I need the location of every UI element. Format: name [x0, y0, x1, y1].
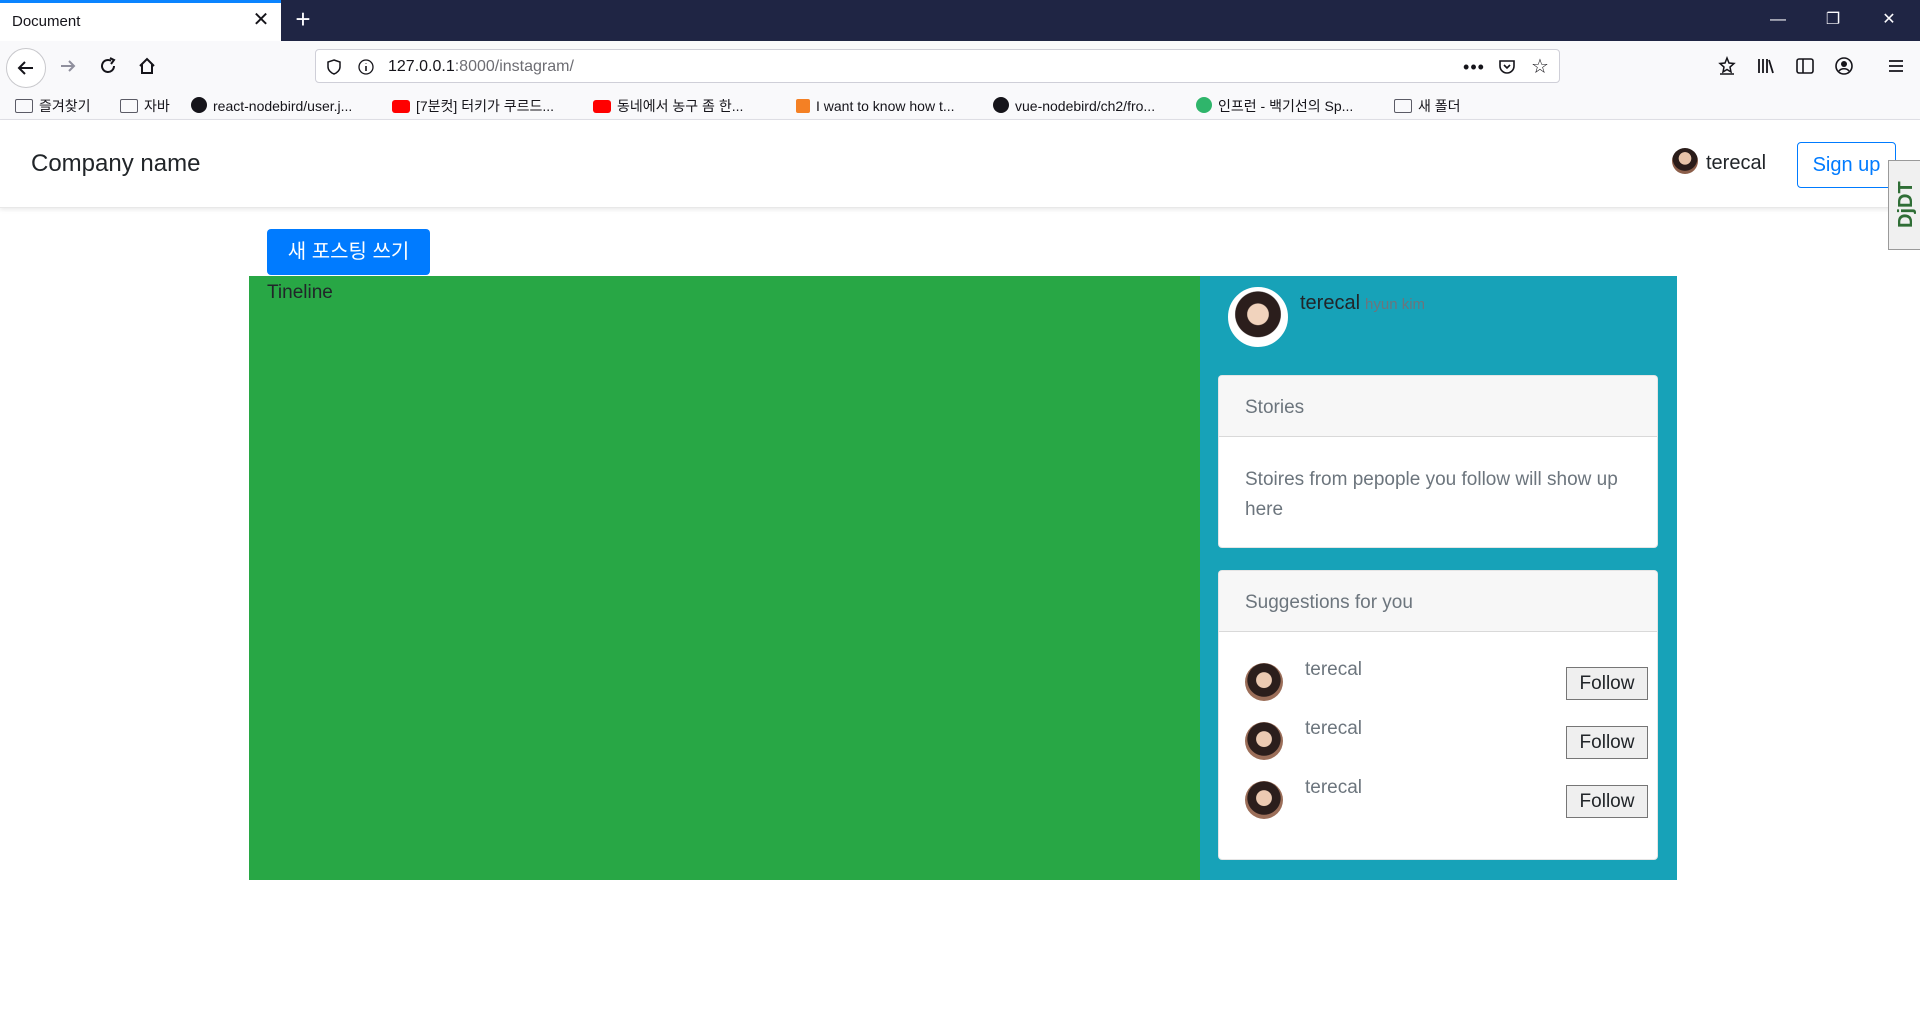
- suggestion-username[interactable]: terecal: [1305, 718, 1362, 740]
- bookmark-item[interactable]: 새 폴더: [1394, 95, 1461, 117]
- github-icon: [191, 97, 207, 113]
- youtube-icon: [593, 100, 611, 113]
- suggestion-row: terecal Follow: [1245, 777, 1648, 821]
- url-host: 127.0.0.1: [388, 58, 455, 75]
- youtube-icon: [392, 100, 410, 113]
- bookmark-label: 동네에서 농구 좀 한...: [617, 98, 744, 114]
- back-arrow-icon[interactable]: [6, 48, 46, 88]
- stories-header: Stories: [1219, 376, 1657, 437]
- suggestions-card: Suggestions for you terecal Follow terec…: [1218, 570, 1658, 860]
- bookmark-item[interactable]: 자바: [120, 95, 170, 117]
- restore-button[interactable]: ❐: [1820, 8, 1846, 32]
- more-actions-icon[interactable]: •••: [1462, 55, 1486, 79]
- profile-name-block: terecal hyun kim: [1300, 292, 1425, 315]
- bookmark-star-icon[interactable]: ☆: [1528, 55, 1552, 79]
- reading-list-icon[interactable]: [1711, 50, 1743, 82]
- avatar: [1672, 148, 1698, 174]
- suggestion-username[interactable]: terecal: [1305, 777, 1362, 799]
- brand-name[interactable]: Company name: [31, 150, 200, 178]
- sidebar-toggle-icon[interactable]: [1789, 50, 1821, 82]
- info-icon[interactable]: [354, 55, 378, 79]
- bookmark-label: 새 폴더: [1418, 98, 1461, 114]
- url-path: :8000/instagram/: [454, 58, 574, 75]
- profile-fullname: hyun kim: [1365, 296, 1426, 313]
- bookmark-item[interactable]: 동네에서 농구 좀 한...: [593, 95, 743, 117]
- stories-card: Stories Stoires from pepople you follow …: [1218, 375, 1658, 548]
- address-bar[interactable]: 127.0.0.1:8000/instagram/ ••• ☆: [315, 49, 1560, 83]
- new-post-button[interactable]: 새 포스팅 쓰기: [267, 229, 430, 275]
- header-username: terecal: [1706, 152, 1767, 174]
- profile-avatar[interactable]: [1228, 287, 1288, 347]
- bookmark-item[interactable]: react-nodebird/user.j...: [191, 95, 352, 117]
- timeline-panel: Tineline: [249, 276, 1200, 880]
- suggestion-row: terecal Follow: [1245, 659, 1648, 703]
- follow-button[interactable]: Follow: [1566, 726, 1648, 759]
- bookmark-item[interactable]: [7분컷] 터키가 쿠르드...: [392, 95, 554, 117]
- close-icon[interactable]: ✕: [250, 9, 272, 31]
- signup-button[interactable]: Sign up: [1797, 142, 1896, 188]
- tab-title: Document: [12, 13, 81, 30]
- avatar[interactable]: [1245, 663, 1283, 701]
- app-header: Company name terecal Sign up: [0, 120, 1920, 208]
- account-icon[interactable]: [1828, 50, 1860, 82]
- pocket-icon[interactable]: [1495, 55, 1519, 79]
- debug-toolbar-handle[interactable]: DjDT: [1888, 160, 1920, 250]
- bookmark-label: react-nodebird/user.j...: [213, 98, 353, 114]
- web-page: Company name terecal Sign up DjDT 새 포스팅 …: [0, 120, 1920, 1030]
- minimize-button[interactable]: —: [1765, 8, 1791, 32]
- inflearn-icon: [1196, 97, 1212, 113]
- tab-document[interactable]: Document ✕: [0, 0, 281, 41]
- bookmark-label: 인프런 - 백기선의 Sp...: [1218, 98, 1354, 114]
- window-close-button[interactable]: ✕: [1876, 8, 1902, 32]
- browser-navbar: 127.0.0.1:8000/instagram/ ••• ☆: [0, 41, 1920, 91]
- folder-icon: [1394, 99, 1412, 113]
- reload-icon[interactable]: [92, 50, 124, 82]
- bookmark-label: 즐겨찾기: [39, 98, 91, 114]
- follow-button[interactable]: Follow: [1566, 785, 1648, 818]
- suggestion-row: terecal Follow: [1245, 718, 1648, 762]
- browser-titlebar: Document ✕ + — ❐ ✕: [0, 0, 1920, 41]
- forward-arrow-icon[interactable]: [52, 50, 84, 82]
- timeline-label: Tineline: [267, 282, 333, 303]
- new-tab-button[interactable]: +: [289, 5, 317, 33]
- profile-username[interactable]: terecal: [1300, 292, 1360, 314]
- avatar[interactable]: [1245, 781, 1283, 819]
- bookmark-item[interactable]: vue-nodebird/ch2/fro...: [993, 95, 1155, 117]
- menu-icon[interactable]: [1880, 50, 1912, 82]
- sidebar-panel: terecal hyun kim Stories Stoires from pep…: [1200, 276, 1677, 880]
- avatar[interactable]: [1245, 722, 1283, 760]
- stackoverflow-icon: [796, 99, 810, 113]
- bookmark-label: 자바: [144, 98, 170, 114]
- bookmark-item[interactable]: 인프런 - 백기선의 Sp...: [1196, 95, 1353, 117]
- suggestions-header: Suggestions for you: [1219, 571, 1657, 632]
- bookmark-label: vue-nodebird/ch2/fro...: [1015, 98, 1156, 114]
- url-text[interactable]: 127.0.0.1:8000/instagram/: [388, 58, 574, 76]
- bookmark-label: I want to know how t...: [816, 98, 955, 114]
- stories-body: Stoires from pepople you follow will sho…: [1245, 469, 1618, 520]
- library-icon[interactable]: [1750, 50, 1782, 82]
- suggestion-username[interactable]: terecal: [1305, 659, 1362, 681]
- follow-button[interactable]: Follow: [1566, 667, 1648, 700]
- folder-icon: [15, 99, 33, 113]
- bookmark-item[interactable]: 즐겨찾기: [15, 95, 91, 117]
- home-icon[interactable]: [131, 50, 163, 82]
- github-icon: [993, 97, 1009, 113]
- bookmark-item[interactable]: I want to know how t...: [796, 95, 955, 117]
- bookmarks-toolbar: 즐겨찾기 자바 react-nodebird/user.j... [7분컷] 터…: [0, 91, 1920, 120]
- shield-icon[interactable]: [322, 55, 346, 79]
- folder-icon: [120, 99, 138, 113]
- bookmark-label: [7분컷] 터키가 쿠르드...: [416, 98, 555, 114]
